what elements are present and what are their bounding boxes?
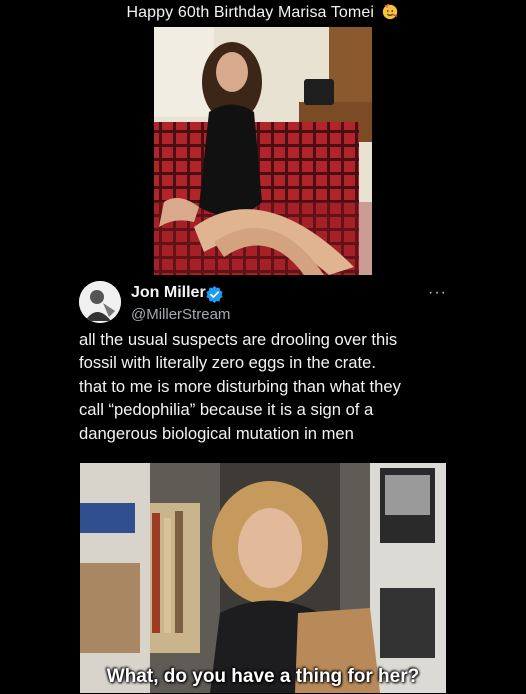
subtitle-caption: What, do you have a thing for her?	[106, 666, 420, 687]
more-options-button[interactable]: ···	[428, 284, 447, 302]
birthday-caption: Happy 60th Birthday Marisa Tomei	[126, 4, 374, 21]
tweet-text-line: all the usual suspects are drooling over…	[79, 330, 398, 349]
tweet-text-line: that to me is more disturbing than what …	[79, 376, 401, 396]
author-name[interactable]: Jon Miller	[131, 283, 206, 303]
reaction-image	[80, 463, 446, 693]
birthday-photo	[154, 27, 372, 275]
meme-header: Happy 60th Birthday Marisa Tomei	[0, 0, 526, 28]
tweet-text-line: fossil with literally zero eggs in the c…	[79, 353, 376, 373]
tweet-text: all the usual suspects are drooling over…	[79, 328, 459, 445]
avatar[interactable]	[79, 281, 121, 323]
tweet-text-line: dangerous biological mutation in men	[79, 423, 354, 443]
party-face-icon	[383, 3, 398, 20]
tweet-text-line: call “pedophilia” because it is a sign o…	[79, 400, 374, 420]
verified-badge-icon	[206, 286, 223, 303]
author-handle[interactable]: @MillerStream	[131, 305, 230, 325]
